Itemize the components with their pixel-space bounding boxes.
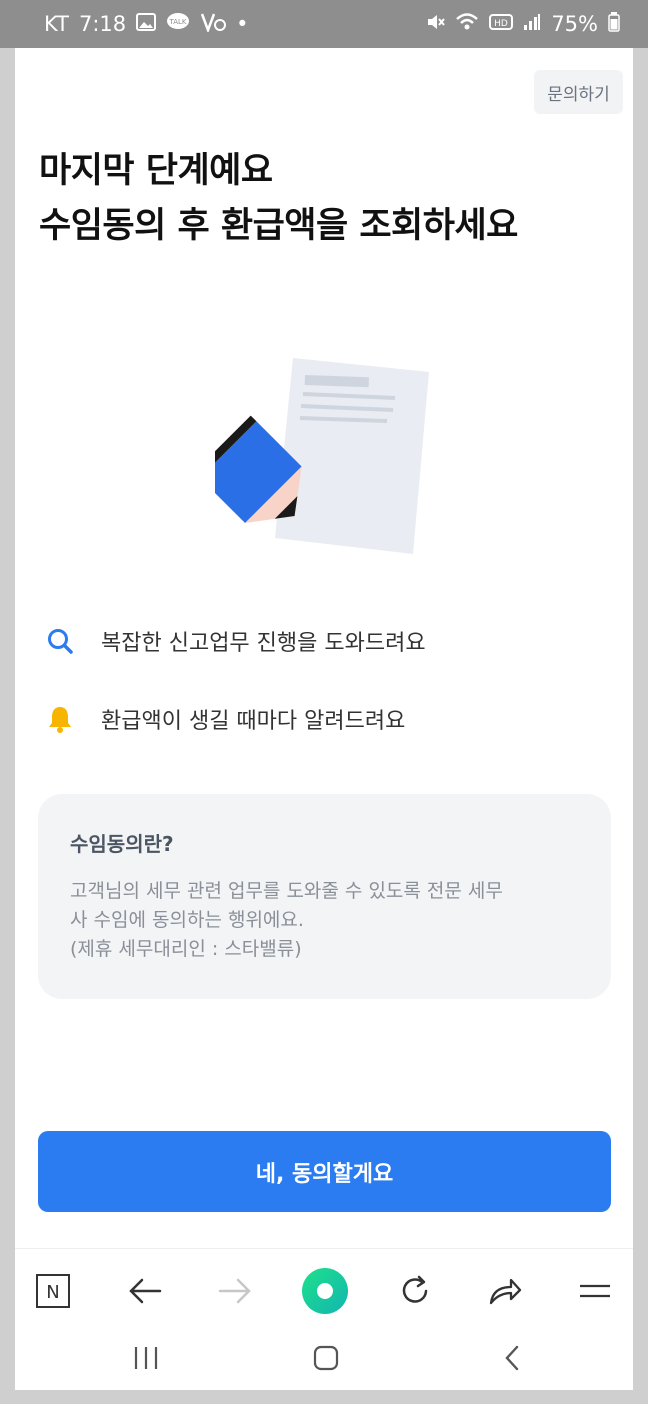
help-button[interactable]: 문의하기 — [534, 70, 623, 114]
feature-text: 환급액이 생길 때마다 알려드려요 — [101, 709, 406, 734]
info-line-2: 사 수임에 동의하는 행위에요. — [70, 909, 304, 931]
info-line-3: (제휴 세무대리인 : 스타밸류) — [70, 938, 302, 960]
svg-text:HD: HD — [494, 19, 508, 29]
title-line-2: 수임동의 후 환급액을 조회하세요 — [39, 206, 518, 246]
status-dot: • — [236, 12, 249, 36]
menu-icon[interactable] — [571, 1269, 619, 1313]
feature-text: 복잡한 신고업무 진행을 도와드려요 — [101, 631, 426, 656]
feature-item-help: 복잡한 신고업무 진행을 도와드려요 — [43, 624, 426, 658]
status-bar: KT 7:18 TALK • HD 75% — [0, 0, 648, 48]
recent-apps-icon[interactable] — [131, 1338, 161, 1378]
signal-icon — [523, 13, 541, 36]
svg-text:TALK: TALK — [169, 18, 187, 26]
agree-button[interactable]: 네, 동의할게요 — [38, 1131, 611, 1212]
info-body: 고객님의 세무 관련 업무를 도와줄 수 있도록 전문 세무 사 수임에 동의하… — [70, 877, 579, 964]
back-arrow-icon[interactable] — [121, 1269, 169, 1313]
clock: 7:18 — [78, 12, 127, 36]
document-pen-illustration — [194, 348, 445, 568]
search-icon — [43, 624, 77, 658]
notification-icon — [200, 12, 227, 37]
refresh-icon[interactable] — [391, 1269, 439, 1313]
wifi-icon — [455, 12, 479, 37]
browser-toolbar: N — [15, 1248, 633, 1332]
document-icon — [275, 358, 429, 554]
page-title: 마지막 단계예요 수임동의 후 환급액을 조회하세요 — [39, 144, 619, 254]
battery-percent: 75% — [551, 12, 598, 36]
back-icon[interactable] — [497, 1338, 527, 1378]
naver-home-button[interactable]: N — [29, 1269, 77, 1313]
mute-icon — [425, 12, 446, 37]
green-dot-button[interactable] — [301, 1268, 349, 1314]
hd-icon: HD — [489, 13, 514, 36]
battery-icon — [608, 11, 620, 37]
carrier-label: KT — [44, 12, 69, 36]
feature-item-notify: 환급액이 생길 때마다 알려드려요 — [43, 702, 405, 736]
talk-icon: TALK — [166, 12, 190, 37]
gallery-icon — [136, 12, 157, 36]
forward-arrow-icon[interactable] — [211, 1269, 259, 1313]
info-line-1: 고객님의 세무 관련 업무를 도와줄 수 있도록 전문 세무 — [70, 880, 503, 902]
share-icon[interactable] — [481, 1269, 529, 1313]
app-screen: 문의하기 마지막 단계예요 수임동의 후 환급액을 조회하세요 복잡한 신고업무… — [15, 48, 633, 1390]
system-nav-bar — [15, 1332, 633, 1390]
info-title: 수임동의란? — [70, 832, 174, 856]
title-line-1: 마지막 단계예요 — [39, 151, 273, 191]
svg-text:N: N — [46, 1282, 59, 1303]
consent-info-card: 수임동의란? 고객님의 세무 관련 업무를 도와줄 수 있도록 전문 세무 사 … — [38, 794, 611, 999]
home-icon[interactable] — [311, 1338, 341, 1378]
bell-icon — [43, 702, 77, 736]
